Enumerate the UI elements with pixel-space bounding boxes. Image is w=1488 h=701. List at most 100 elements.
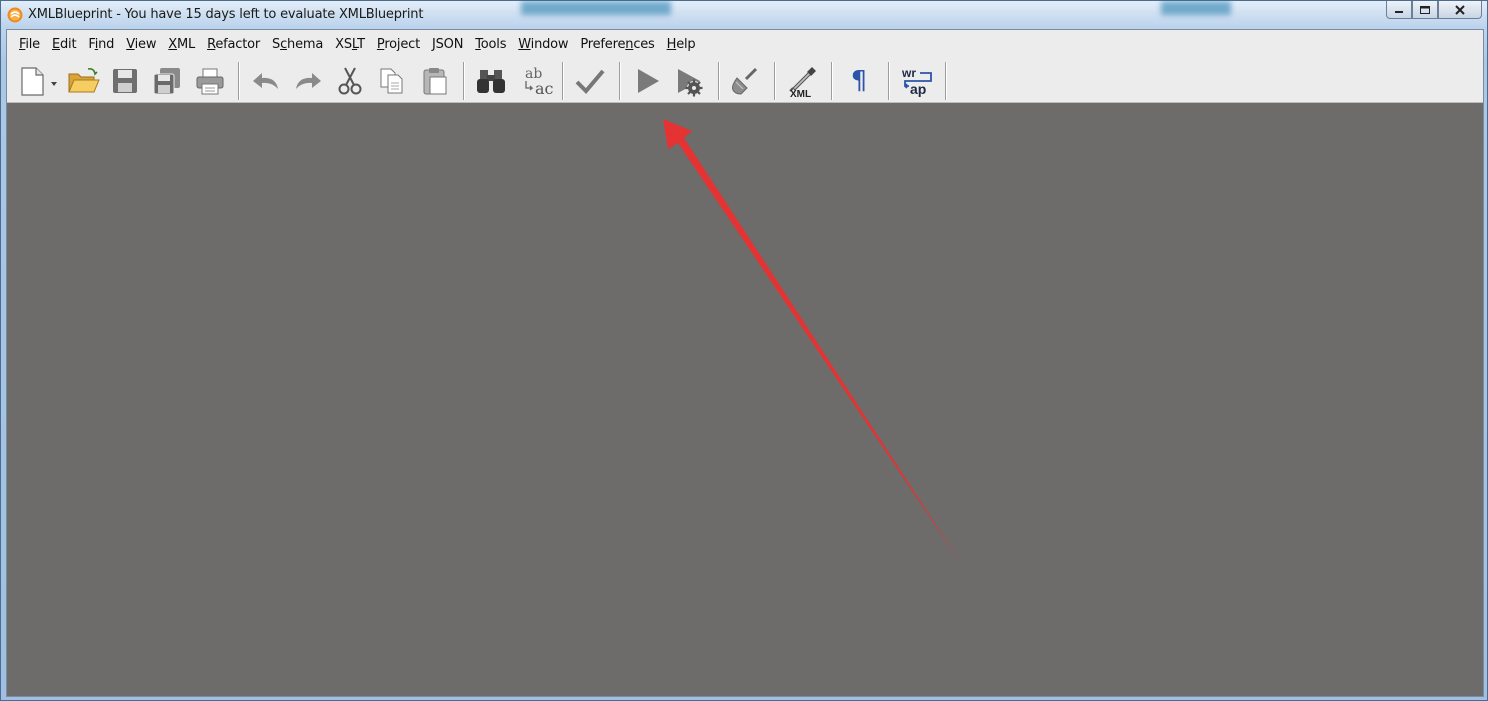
app-window: XMLBlueprint - You have 15 days left to … <box>0 0 1488 701</box>
checkmark-icon <box>575 69 605 94</box>
toolbar-separator <box>831 62 833 100</box>
menu-xslt[interactable]: XSLT <box>329 34 371 56</box>
run-transform-button[interactable] <box>629 64 665 98</box>
validate-button[interactable] <box>572 64 608 98</box>
menu-mnemonic: V <box>126 37 135 52</box>
find-replace-button[interactable]: ab ac <box>518 64 558 98</box>
find-replace-icon: ab ac <box>525 66 554 98</box>
menu-label-part: ML <box>177 37 196 52</box>
toolbar-separator <box>718 62 720 100</box>
toolbar-separator <box>463 62 465 100</box>
menu-label-part: iew <box>134 37 157 52</box>
menu-view[interactable]: View <box>120 34 162 56</box>
toolbar-separator <box>945 62 947 100</box>
xml-format-button[interactable]: XML <box>784 64 820 98</box>
menu-mnemonic: H <box>666 37 677 52</box>
menu-mnemonic: W <box>518 37 531 52</box>
menu-label-part: Prefere <box>580 37 626 52</box>
printer-icon <box>196 68 224 95</box>
save-all-icon <box>153 68 180 95</box>
copy-icon <box>380 68 403 94</box>
app-logo-icon <box>7 7 23 23</box>
close-button[interactable] <box>1438 1 1482 19</box>
menu-label-part: dit <box>59 37 77 52</box>
pilcrow-icon: ¶ <box>850 66 868 96</box>
save-button[interactable] <box>107 64 143 98</box>
toolbar: ab ac XML ¶ wr ap <box>7 60 1483 103</box>
maximize-icon <box>1420 5 1430 14</box>
toolbar-separator <box>888 62 890 100</box>
menu-tools[interactable]: Tools <box>469 34 512 56</box>
open-folder-icon <box>68 68 100 93</box>
menu-edit[interactable]: Edit <box>46 34 82 56</box>
toolbar-separator <box>238 62 240 100</box>
menu-file[interactable]: File <box>13 34 46 56</box>
cut-button[interactable] <box>332 64 368 98</box>
menu-refactor[interactable]: Refactor <box>201 34 266 56</box>
main-workspace: File Edit Find View XML Refactor Schema XSLT Pro… <box>6 29 1484 697</box>
copy-button[interactable] <box>374 64 410 98</box>
find-replace-bottom-text: ac <box>535 79 554 98</box>
menu-label-part: XS <box>335 37 352 52</box>
menu-label-part: nd <box>98 37 115 52</box>
menu-label-part: T <box>357 37 365 52</box>
menu-xml[interactable]: XML <box>162 34 201 56</box>
open-button[interactable] <box>65 64 101 98</box>
undo-button[interactable] <box>248 64 284 98</box>
close-icon <box>1455 4 1465 15</box>
brush-icon <box>732 67 758 95</box>
menu-json[interactable]: JSON <box>426 34 469 56</box>
scissors-icon <box>338 67 362 95</box>
new-document-icon <box>21 67 57 96</box>
menu-find[interactable]: Find <box>82 34 120 56</box>
toolbar-separator <box>619 62 621 100</box>
title-bar-glow <box>1161 1 1231 15</box>
menu-help[interactable]: Help <box>661 34 702 56</box>
word-wrap-icon: wr ap <box>901 66 932 97</box>
xml-pipette-icon: XML <box>789 67 816 98</box>
menu-label-part: ile <box>25 37 40 52</box>
run-settings-button[interactable] <box>671 64 707 98</box>
title-bar[interactable]: XMLBlueprint - You have 15 days left to … <box>1 1 1487 29</box>
window-title: XMLBlueprint - You have 15 days left to … <box>28 7 424 22</box>
xml-format-label: XML <box>790 89 811 98</box>
menu-label-part: elp <box>676 37 696 52</box>
cleanup-button[interactable] <box>727 64 763 98</box>
menu-label-part: indow <box>530 37 569 52</box>
show-whitespace-button[interactable]: ¶ <box>841 64 877 98</box>
play-gear-icon <box>678 69 703 97</box>
play-icon <box>638 69 659 93</box>
print-button[interactable] <box>192 64 228 98</box>
menu-label-part: S <box>272 37 281 52</box>
menu-mnemonic: E <box>51 37 60 52</box>
menu-window[interactable]: Window <box>512 34 574 56</box>
menu-label-part: ces <box>633 37 655 52</box>
menu-project[interactable]: Project <box>371 34 426 56</box>
save-disk-icon <box>113 69 137 93</box>
toolbar-separator <box>562 62 564 100</box>
window-controls <box>1386 1 1482 19</box>
save-all-button[interactable] <box>149 64 185 98</box>
menu-label-part: hema <box>287 37 324 52</box>
menu-label-part: roject <box>384 37 420 52</box>
minimize-button[interactable] <box>1386 1 1412 19</box>
paste-button[interactable] <box>417 64 453 98</box>
wrap-top-text: wr <box>901 66 916 80</box>
minimize-icon <box>1395 10 1403 13</box>
redo-button[interactable] <box>290 64 326 98</box>
clipboard-icon <box>423 68 447 95</box>
menu-mnemonic: c <box>280 37 288 52</box>
menu-schema[interactable]: Schema <box>266 34 329 56</box>
maximize-button[interactable] <box>1412 1 1438 19</box>
menu-mnemonic: X <box>168 37 178 52</box>
title-bar-glow <box>521 1 671 15</box>
new-document-button[interactable] <box>15 64 61 98</box>
menu-label-part: SON <box>435 37 464 52</box>
redo-icon <box>296 73 321 89</box>
wrap-bottom-text: ap <box>910 81 926 97</box>
word-wrap-button[interactable]: wr ap <box>898 64 934 98</box>
toolbar-separator <box>774 62 776 100</box>
menu-preferences[interactable]: Preferences <box>574 34 660 56</box>
undo-icon <box>253 73 278 89</box>
find-button[interactable] <box>473 64 509 98</box>
